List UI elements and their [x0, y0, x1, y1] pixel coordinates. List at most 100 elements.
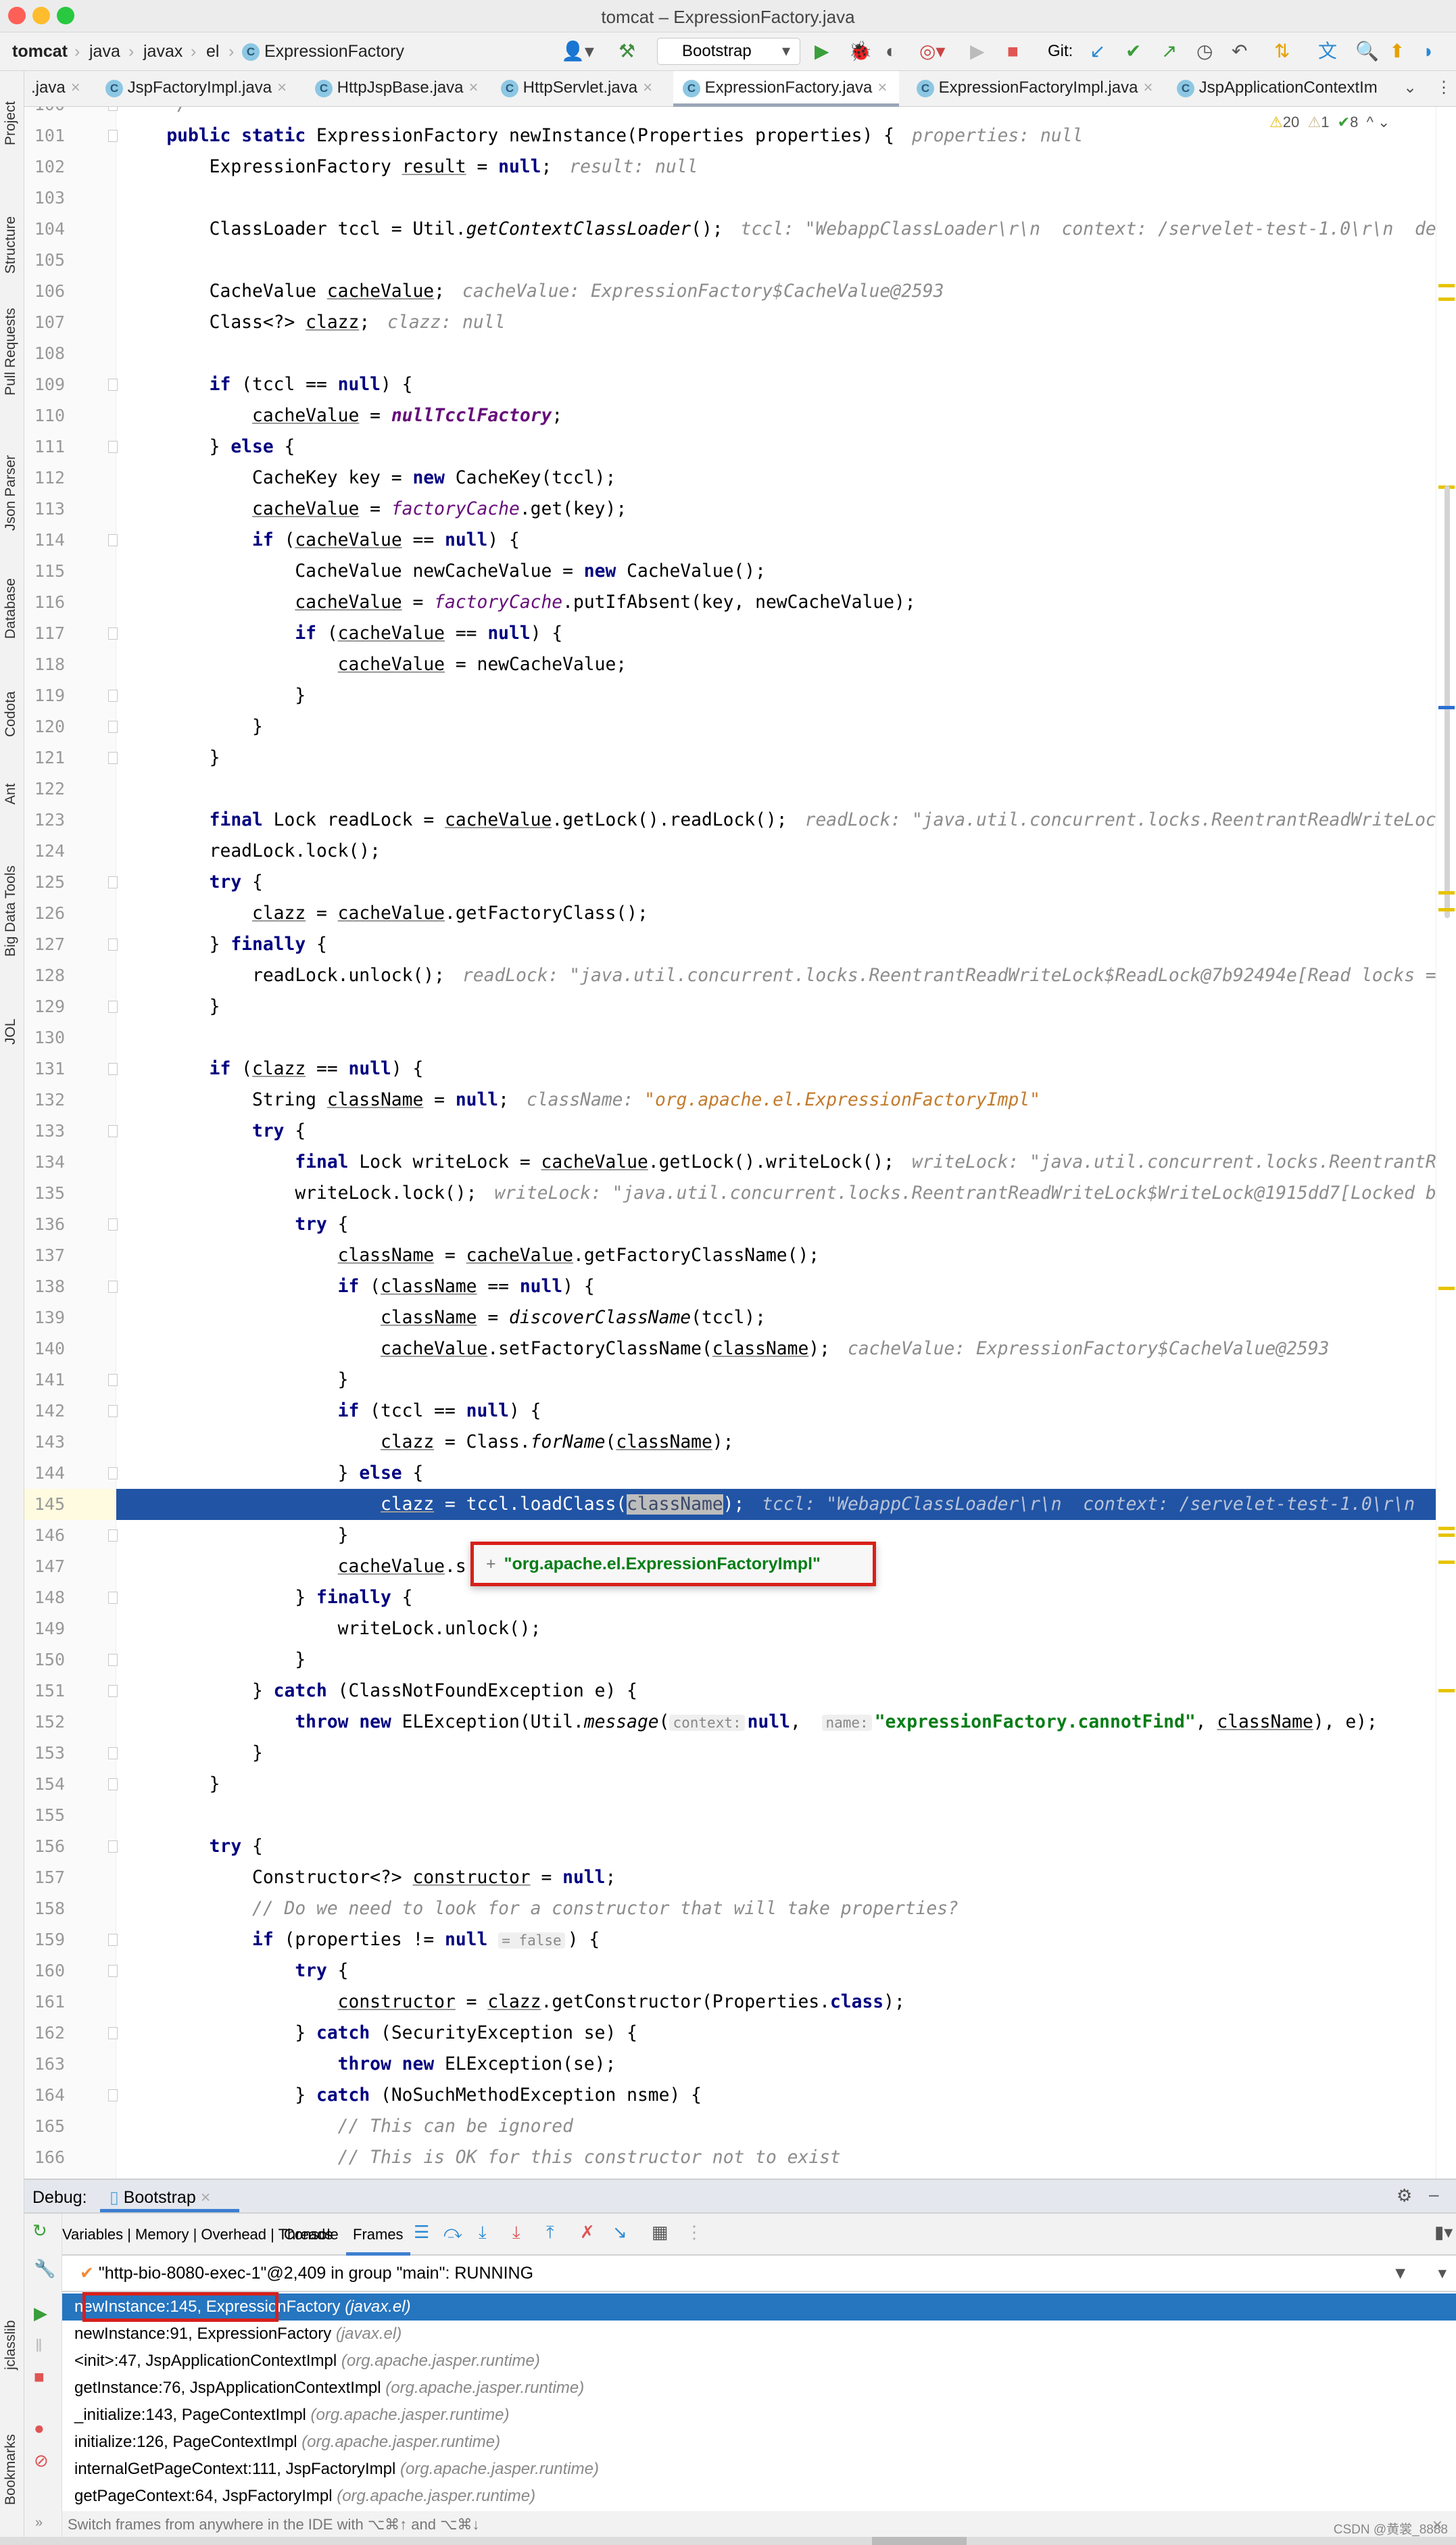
code-line[interactable]: 116 cacheValue = factoryCache.putIfAbsen…	[24, 587, 1436, 618]
fold-marker-icon[interactable]	[108, 1934, 118, 1946]
code-line[interactable]: 150 }	[24, 1644, 1436, 1675]
line-number[interactable]: 106	[24, 276, 65, 307]
line-number[interactable]: 119	[24, 680, 65, 711]
fold-marker-icon[interactable]	[108, 876, 118, 888]
stack-frame[interactable]: initialize:126, PageContextImpl (org.apa…	[62, 2429, 1456, 2456]
code-line[interactable]: 107 Class<?> clazz; clazz: null	[24, 307, 1436, 338]
code-line[interactable]: 122	[24, 774, 1436, 805]
line-number[interactable]: 139	[24, 1302, 65, 1333]
fold-marker-icon[interactable]	[108, 1654, 118, 1666]
close-icon[interactable]: ×	[1143, 78, 1152, 97]
line-number[interactable]: 114	[24, 525, 65, 556]
fold-marker-icon[interactable]	[108, 1405, 118, 1417]
rerun-icon[interactable]: ↻	[32, 2220, 47, 2241]
line-number[interactable]: 149	[24, 1613, 65, 1644]
line-number[interactable]: 157	[24, 1862, 65, 1893]
code-line[interactable]: 121 }	[24, 742, 1436, 774]
code-line[interactable]: 104 ClassLoader tccl = Util.getContextCl…	[24, 214, 1436, 245]
line-number[interactable]: 163	[24, 2049, 65, 2080]
fold-marker-icon[interactable]	[108, 938, 118, 951]
line-number[interactable]: 160	[24, 1955, 65, 1987]
code-line[interactable]: 103	[24, 183, 1436, 214]
line-number[interactable]: 122	[24, 774, 65, 805]
line-number[interactable]: 126	[24, 898, 65, 929]
tool-jol[interactable]: JOL	[3, 1018, 19, 1045]
line-number[interactable]: 127	[24, 929, 65, 960]
code-line[interactable]: 118 cacheValue = newCacheValue;	[24, 649, 1436, 680]
code-line[interactable]: 148 } finally {	[24, 1582, 1436, 1613]
code-line[interactable]: 152 throw new ELException(Util.message(c…	[24, 1707, 1436, 1738]
warning-marker[interactable]	[1438, 298, 1455, 301]
code-line[interactable]: 139 className = discoverClassName(tccl);	[24, 1302, 1436, 1333]
fold-marker-icon[interactable]	[108, 534, 118, 546]
close-icon[interactable]: ×	[877, 78, 887, 97]
line-number[interactable]: 103	[24, 183, 65, 214]
line-number[interactable]: 116	[24, 587, 65, 618]
resume-program-icon[interactable]: ▶	[34, 2303, 47, 2324]
stack-frame[interactable]: getInstance:76, JspApplicationContextImp…	[62, 2375, 1456, 2402]
code-line[interactable]: 145 clazz = tccl.loadClass(className); tc…	[24, 1489, 1436, 1520]
line-number[interactable]: 118	[24, 649, 65, 680]
coverage-icon[interactable]: ◐	[885, 41, 897, 62]
warning-marker[interactable]	[1438, 284, 1455, 287]
tab-jspapplicationcontextimpl[interactable]: C JspApplicationContextIm	[1177, 71, 1378, 107]
previous-highlight-icon[interactable]: ^	[1367, 114, 1374, 130]
line-number[interactable]: 101	[24, 120, 65, 151]
tab-httpservlet[interactable]: C HttpServlet.java ×	[501, 71, 652, 107]
line-number[interactable]: 113	[24, 494, 65, 525]
tool-pull-requests[interactable]: Pull Requests	[3, 308, 19, 396]
fold-marker-icon[interactable]	[108, 1592, 118, 1604]
code-line[interactable]: 125 try {	[24, 867, 1436, 898]
line-number[interactable]: 133	[24, 1116, 65, 1147]
line-number[interactable]: 153	[24, 1738, 65, 1769]
code-line[interactable]: 153 }	[24, 1738, 1436, 1769]
code-line[interactable]: 100 */	[24, 107, 1436, 120]
code-line[interactable]: 127 } finally {	[24, 929, 1436, 960]
code-line[interactable]: 114 if (cacheValue == null) {	[24, 525, 1436, 556]
code-line[interactable]: 109 if (tccl == null) {	[24, 369, 1436, 400]
mute-breakpoints-icon[interactable]: ⊘	[34, 2450, 49, 2471]
line-number[interactable]: 112	[24, 462, 65, 494]
chevron-down-icon[interactable]: ▾	[1438, 2256, 1447, 2291]
stack-frame[interactable]: _initialize:143, PageContextImpl (org.ap…	[62, 2402, 1456, 2429]
line-number[interactable]: 154	[24, 1769, 65, 1800]
fold-marker-icon[interactable]	[108, 441, 118, 453]
line-number[interactable]: 150	[24, 1644, 65, 1675]
gear-icon[interactable]: ⚙	[1397, 2185, 1412, 2206]
line-number[interactable]: 107	[24, 307, 65, 338]
warning-marker[interactable]	[1438, 908, 1455, 911]
code-line[interactable]: 106 CacheValue cacheValue; cacheValue: Ex…	[24, 276, 1436, 307]
close-icon[interactable]: ×	[71, 78, 80, 97]
tab-partial-java[interactable]: .java ×	[31, 71, 80, 107]
line-number[interactable]: 102	[24, 151, 65, 183]
inspection-widget[interactable]: ⚠20 ⚠1 ✔8 ^ ⌄	[1269, 114, 1390, 131]
line-number[interactable]: 120	[24, 711, 65, 742]
line-number[interactable]: 166	[24, 2142, 65, 2173]
breadcrumb-javax[interactable]: javax	[143, 42, 183, 62]
stack-frame[interactable]: getPageContext:64, JspFactoryImpl (org.a…	[62, 2483, 1456, 2510]
code-line[interactable]: 111 } else {	[24, 431, 1436, 462]
update-icon[interactable]: ⬆	[1389, 41, 1405, 62]
line-number[interactable]: 129	[24, 991, 65, 1022]
line-number[interactable]: 146	[24, 1520, 65, 1551]
line-number[interactable]: 162	[24, 2018, 65, 2049]
code-line[interactable]: 143 clazz = Class.forName(className);	[24, 1427, 1436, 1458]
wrench-icon[interactable]: 🔧	[34, 2258, 55, 2279]
debug-session-tab[interactable]: ▯ Bootstrap ×	[100, 2180, 239, 2212]
breadcrumb-project[interactable]: tomcat	[12, 42, 68, 62]
line-number[interactable]: 124	[24, 836, 65, 867]
code-line[interactable]: 144 } else {	[24, 1458, 1436, 1489]
line-number[interactable]: 135	[24, 1178, 65, 1209]
tool-structure[interactable]: Structure	[3, 216, 19, 274]
code-line[interactable]: 102 ExpressionFactory result = null; resu…	[24, 151, 1436, 183]
line-number[interactable]: 121	[24, 742, 65, 774]
tab-expressionfactoryimpl[interactable]: C ExpressionFactoryImpl.java ×	[917, 71, 1152, 107]
code-line[interactable]: 164 } catch (NoSuchMethodException nsme)…	[24, 2080, 1436, 2111]
horizontal-scrollbar[interactable]	[0, 2537, 1456, 2545]
line-number[interactable]: 138	[24, 1271, 65, 1302]
code-line[interactable]: 138 if (className == null) {	[24, 1271, 1436, 1302]
warning-marker[interactable]	[1438, 1561, 1455, 1564]
tool-json-parser[interactable]: Json Parser	[3, 455, 19, 531]
line-number[interactable]: 148	[24, 1582, 65, 1613]
code-line[interactable]: 155	[24, 1800, 1436, 1831]
